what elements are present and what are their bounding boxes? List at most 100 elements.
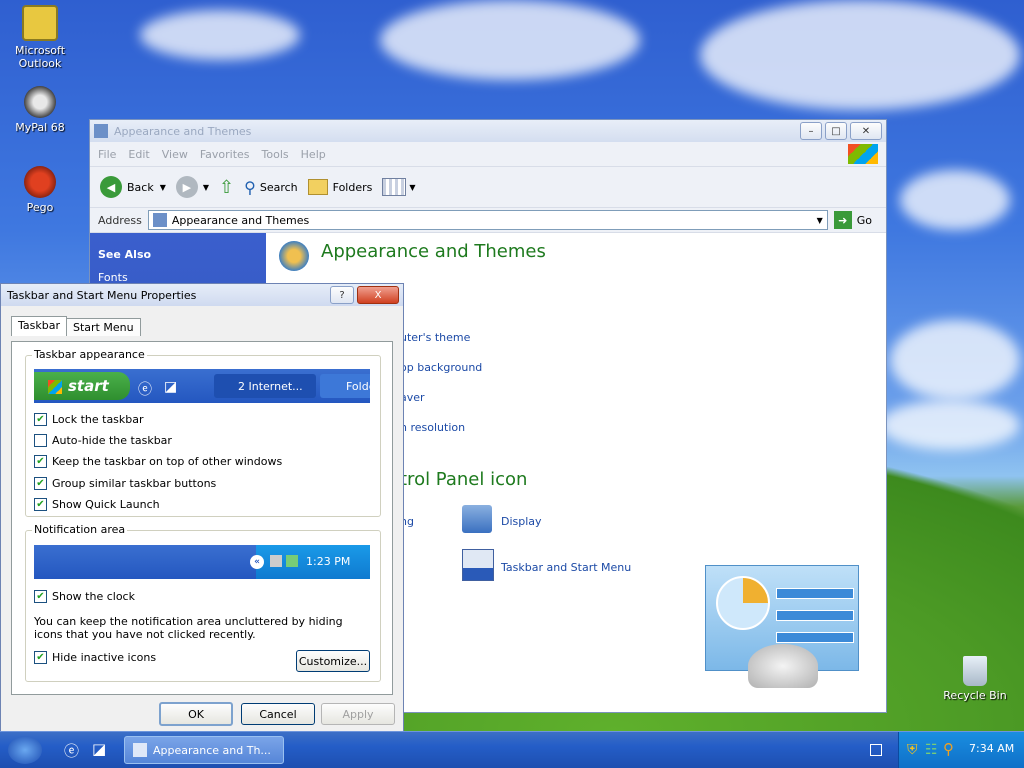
menu-edit[interactable]: Edit [128, 148, 149, 161]
desktop-icon-pego[interactable]: Pego [3, 166, 77, 214]
toolbar: ◀ Back ▼ ▶ ▼ ⇧ ⚲ Search Folders ▼ [90, 167, 886, 208]
checkbox-box [34, 434, 47, 447]
pego-icon [24, 166, 56, 198]
hide-inactive-checkbox[interactable]: ✔ Hide inactive icons [34, 651, 156, 664]
checkbox-box: ✔ [34, 498, 47, 511]
menu-help[interactable]: Help [301, 148, 326, 161]
explorer-title: Appearance and Themes [114, 124, 252, 138]
address-bar: Address Appearance and Themes ▼ ➜ Go [90, 208, 886, 233]
desktop-icon-recycle-bin[interactable]: Recycle Bin [938, 656, 1012, 702]
help-button[interactable]: ? [330, 286, 354, 304]
raccoon-icon [24, 86, 56, 118]
forward-button[interactable]: ▶ ▼ [175, 176, 209, 198]
shield-icon[interactable]: ⛨ [907, 742, 918, 758]
start-orb-button[interactable] [8, 736, 42, 764]
app-quicklaunch-icon[interactable]: ◪ [92, 740, 106, 758]
tab-start-menu[interactable]: Start Menu [66, 318, 141, 336]
apply-button[interactable]: Apply [321, 703, 395, 725]
lock-taskbar-checkbox[interactable]: ✔ Lock the taskbar [34, 413, 144, 426]
go-arrow-icon: ➜ [833, 211, 852, 229]
tray-icon [270, 555, 282, 567]
cloud [900, 170, 1010, 230]
menu-view[interactable]: View [162, 148, 188, 161]
group-legend: Taskbar appearance [32, 348, 147, 361]
group-legend: Notification area [32, 523, 128, 536]
cloud [890, 320, 1020, 400]
cancel-button[interactable]: Cancel [241, 703, 315, 725]
folder-icon [307, 179, 328, 195]
explorer-titlebar[interactable]: Appearance and Themes – □ ✕ [90, 120, 886, 142]
notification-description: You can keep the notification area unclu… [34, 615, 343, 641]
menu-bar: File Edit View Favorites Tools Help [90, 142, 886, 167]
preview-clock: 1:23 PM [306, 555, 351, 568]
display-icon[interactable] [462, 505, 492, 533]
task-link-theme[interactable]: uter's theme [400, 331, 470, 344]
dialog-titlebar[interactable]: Taskbar and Start Menu Properties ? X [1, 284, 403, 306]
tab-taskbar[interactable]: Taskbar [11, 316, 67, 336]
go-button[interactable]: ➜ Go [833, 211, 872, 229]
task-link-background[interactable]: op background [400, 361, 482, 374]
checkbox-box: ✔ [34, 477, 47, 490]
up-folder-icon: ⇧ [219, 176, 235, 198]
menu-tools[interactable]: Tools [262, 148, 289, 161]
cp-item-taskbar-start-menu[interactable]: Taskbar and Start Menu [501, 561, 631, 574]
views-button[interactable]: ▼ [382, 178, 416, 196]
up-button[interactable]: ⇧ [219, 177, 234, 198]
control-panel-icon [94, 124, 108, 138]
back-arrow-icon: ◀ [100, 176, 122, 198]
windows-logo-icon [48, 380, 62, 394]
control-panel-icon [152, 213, 167, 227]
search-icon: ⚲ [244, 177, 256, 197]
ie-quicklaunch-icon[interactable]: ⓔ [64, 740, 79, 761]
minimize-button[interactable]: – [800, 122, 822, 140]
page-title: Appearance and Themes [321, 241, 546, 262]
show-clock-checkbox[interactable]: ✔ Show the clock [34, 590, 135, 603]
keep-on-top-checkbox[interactable]: ✔ Keep the taskbar on top of other windo… [34, 455, 282, 468]
chevron-down-icon[interactable]: ▼ [817, 216, 823, 225]
taskbar-properties-dialog: Taskbar and Start Menu Properties ? X Ta… [0, 283, 404, 733]
forward-arrow-icon: ▶ [175, 176, 198, 198]
windows-logo-icon [848, 144, 878, 164]
task-link-resolution[interactable]: n resolution [400, 421, 465, 434]
tab-panel: Taskbar appearance start ⓔ ◪ 2 Internet.… [11, 341, 393, 695]
dome-icon [748, 644, 818, 688]
close-button[interactable]: X [357, 286, 399, 304]
cp-item-display[interactable]: Display [501, 515, 542, 528]
cloud [700, 0, 1020, 110]
taskbar-task-appearance[interactable]: Appearance and Th... [124, 736, 284, 764]
keyboard-icon[interactable] [870, 744, 882, 756]
menu-file[interactable]: File [98, 148, 116, 161]
ie-icon: ⓔ [138, 382, 152, 398]
tray-icon [286, 555, 298, 567]
cloud [380, 0, 640, 80]
taskbar: ⓔ ◪ Appearance and Th... ⛨ ☷ ⚲ 7:34 AM [0, 731, 1024, 768]
notification-preview: « 1:23 PM [34, 545, 370, 579]
chevron-left-icon: « [250, 555, 264, 569]
pie-icon [716, 576, 770, 630]
close-button[interactable]: ✕ [850, 122, 882, 140]
maximize-button[interactable]: □ [825, 122, 847, 140]
folders-button[interactable]: Folders [307, 179, 372, 195]
desktop-icon-mypal[interactable]: MyPal 68 [3, 86, 77, 134]
chevron-down-icon: ▼ [159, 182, 166, 192]
checkbox-box: ✔ [34, 413, 47, 426]
auto-hide-checkbox[interactable]: Auto-hide the taskbar [34, 434, 172, 447]
group-buttons-checkbox[interactable]: ✔ Group similar taskbar buttons [34, 477, 216, 490]
appearance-themes-icon [279, 241, 309, 271]
network-icon[interactable]: ☷ [925, 742, 938, 758]
search-icon[interactable]: ⚲ [943, 740, 954, 758]
search-button[interactable]: ⚲ Search [244, 178, 298, 197]
ok-button[interactable]: OK [159, 702, 233, 726]
chevron-down-icon: ▼ [409, 182, 416, 192]
quick-launch-checkbox[interactable]: ✔ Show Quick Launch [34, 498, 160, 511]
system-clock[interactable]: 7:34 AM [969, 742, 1014, 755]
menu-favorites[interactable]: Favorites [200, 148, 250, 161]
address-input[interactable]: Appearance and Themes ▼ [147, 210, 828, 230]
taskbar-start-menu-icon[interactable] [462, 549, 494, 581]
customize-button[interactable]: Customize... [296, 650, 370, 672]
back-button[interactable]: ◀ Back ▼ [100, 176, 166, 198]
checkbox-box: ✔ [34, 590, 47, 603]
desktop-icon-outlook[interactable]: Microsoft Outlook [3, 5, 77, 70]
system-tray: ⛨ ☷ ⚲ 7:34 AM [898, 732, 1024, 768]
checkbox-box: ✔ [34, 455, 47, 468]
